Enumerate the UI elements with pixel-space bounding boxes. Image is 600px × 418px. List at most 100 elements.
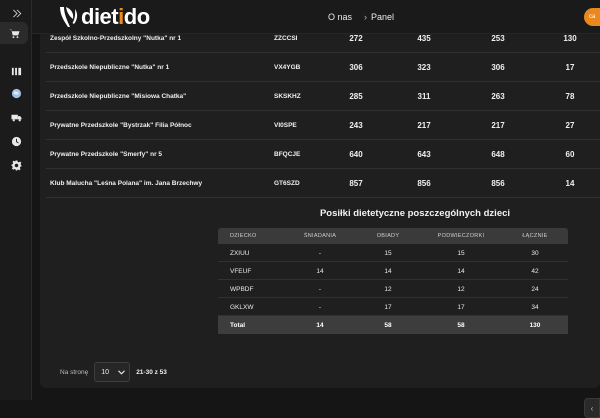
cell-value: 130 (529, 322, 541, 329)
child-code: GKLXW (230, 304, 254, 311)
chevron-left-icon: ‹ (590, 403, 594, 413)
cell-value: 17 (457, 304, 465, 311)
table-total-row: Total 14 58 58 130 (218, 316, 568, 334)
cell-value: 12 (384, 286, 392, 293)
cell-value: 34 (531, 304, 539, 311)
column-header-lunches[interactable]: OBIADY (358, 233, 418, 239)
diet-meals-table: DZIECKO ŚNIADANIA OBIADY PODWIECZORKI ŁĄ… (218, 228, 568, 334)
institution-code: VI0SPE (274, 122, 297, 129)
institution-name: Prywatne Przedszkole "Bystrzak" Filia Pó… (50, 122, 192, 129)
sidebar-item-delivery[interactable] (0, 106, 32, 128)
cell-value: 306 (491, 63, 505, 72)
cell-value: - (318, 250, 322, 257)
table-row: Zespół Szkolno-Przedszkolny "Nutka" nr 1… (46, 24, 600, 53)
cell-value: - (318, 304, 322, 311)
cell-value: 217 (417, 121, 431, 130)
table-row: WPBDF - 12 12 24 (218, 280, 568, 298)
page-range: 21-30 z 53 (136, 368, 167, 376)
sidebar (0, 0, 32, 400)
column-header-snacks[interactable]: PODWIECZORKI (418, 233, 504, 239)
cell-value: 857 (349, 179, 363, 188)
total-label: Total (230, 322, 246, 329)
cell-value: 78 (565, 92, 575, 101)
sidebar-item-history[interactable] (0, 130, 32, 152)
sidebar-item-globe[interactable] (0, 82, 32, 104)
cell-value: 60 (565, 150, 575, 159)
sidebar-item-menu[interactable] (0, 60, 32, 82)
rows-per-page-select[interactable]: 10 (94, 362, 131, 382)
cell-value: 130 (563, 34, 577, 43)
content-area: Zespół Szkolno-Przedszkolny "Nutka" nr 1… (32, 34, 600, 418)
cell-value: 648 (491, 150, 505, 159)
child-code: VFEUF (230, 268, 252, 275)
table-row: GKLXW - 17 17 34 (218, 298, 568, 316)
table-row: Prywatne Przedszkole "Bystrzak" Filia Pó… (46, 111, 600, 140)
child-code: WPBDF (230, 286, 254, 293)
cell-value: 58 (384, 322, 392, 329)
expand-sidebar-button[interactable] (0, 2, 32, 24)
institution-code: VX4YGB (274, 64, 301, 71)
table-row: Przedszkole Niepubliczne "Nutka" nr 1 VX… (46, 53, 600, 82)
cell-value: 30 (531, 250, 539, 257)
cell-value: 253 (491, 34, 505, 43)
cell-value: 42 (531, 268, 539, 275)
menu-icon (11, 67, 21, 75)
cell-value: 306 (349, 63, 363, 72)
cell-value: 435 (417, 34, 431, 43)
nav-link-panel[interactable]: › Panel (364, 12, 394, 22)
double-chevron-right-icon (12, 9, 21, 17)
clock-icon (11, 136, 21, 146)
cell-value: 856 (417, 179, 431, 188)
cell-value: 643 (417, 150, 431, 159)
cart-icon (8, 28, 20, 38)
cell-value: 14 (565, 179, 575, 188)
cell-value: 856 (491, 179, 505, 188)
institution-code: SKSKHZ (274, 93, 301, 100)
cell-value: 311 (417, 92, 431, 101)
table-row: Przedszkole Niepubliczne "Misiowa Chatka… (46, 82, 600, 111)
globe-icon (11, 88, 21, 98)
cell-value: 15 (457, 250, 465, 257)
cell-value: 272 (349, 34, 363, 43)
chevron-right-icon: › (364, 12, 368, 22)
cell-value: 640 (349, 150, 363, 159)
gear-icon (10, 159, 22, 171)
institution-name: Przedszkole Niepubliczne "Nutka" nr 1 (50, 64, 170, 71)
child-code: ZXIUU (230, 250, 250, 257)
cell-value: 14 (457, 268, 465, 275)
institution-name: Klub Malucha "Leśna Polana" im. Jana Brz… (50, 180, 203, 187)
diet-meals-title: Posiłki dietetyczne poszczególnych dziec… (319, 208, 511, 219)
table-header: DZIECKO ŚNIADANIA OBIADY PODWIECZORKI ŁĄ… (218, 228, 568, 244)
institution-code: GT6SZD (274, 180, 300, 187)
table-row: ZXIUU - 15 15 30 (218, 244, 568, 262)
cell-value: 24 (531, 286, 539, 293)
cell-value: 15 (384, 250, 392, 257)
institution-code: ZZCCSI (274, 35, 298, 42)
cell-value: 285 (349, 92, 363, 101)
institution-code: BFQCJE (274, 151, 301, 158)
cell-value: 217 (491, 121, 505, 130)
cell-value: 263 (491, 92, 505, 101)
cell-value: 17 (565, 63, 575, 72)
cell-value: 323 (417, 63, 431, 72)
sidebar-item-orders[interactable] (0, 22, 28, 44)
column-header-child[interactable]: DZIECKO (230, 233, 257, 239)
cell-value: 12 (457, 286, 465, 293)
cell-value: 17 (384, 304, 392, 311)
table-row: Klub Malucha "Leśna Polana" im. Jana Brz… (46, 169, 600, 198)
cell-value: 27 (565, 121, 575, 130)
institution-name: Prywatne Przedszkole "Smerfy" nr 5 (50, 151, 163, 158)
nav-link-about[interactable]: O nas (328, 12, 352, 22)
column-header-total[interactable]: ŁĄCZNIE (502, 233, 568, 239)
scroll-left-button[interactable]: ‹ (584, 398, 600, 418)
cell-value: - (318, 286, 322, 293)
report-panel: Zespół Szkolno-Przedszkolny "Nutka" nr 1… (40, 34, 600, 388)
rows-per-page-value: 10 (101, 368, 109, 376)
institution-name: Przedszkole Niepubliczne "Misiowa Chatka… (50, 93, 187, 100)
column-header-breakfasts[interactable]: ŚNIADANIA (290, 233, 350, 239)
main-nav: O nas › Panel (328, 12, 394, 22)
cell-value: 58 (457, 322, 465, 329)
rows-per-page-label: Na stronę (60, 368, 89, 376)
cell-value: 243 (349, 121, 363, 130)
sidebar-item-settings[interactable] (0, 154, 32, 176)
